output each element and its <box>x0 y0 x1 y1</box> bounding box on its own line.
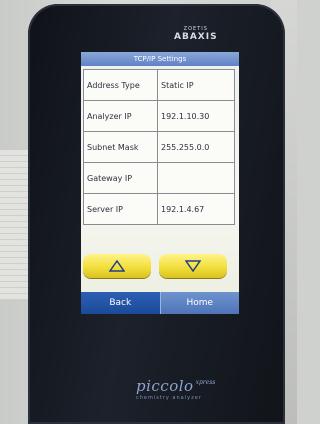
home-button[interactable]: Home <box>160 292 239 314</box>
scroll-down-button[interactable] <box>159 254 227 278</box>
piccolo-logo: piccolo xpress chemistry analyzer <box>136 376 215 401</box>
row-label: Gateway IP <box>83 162 158 194</box>
row-label: Analyzer IP <box>83 100 158 132</box>
row-value[interactable]: 192.1.10.30 <box>157 100 235 132</box>
row-label: Server IP <box>83 193 158 225</box>
photo-scene: ZOETIS ABAXIS piccolo xpress chemistry an… <box>0 0 297 424</box>
row-label: Subnet Mask <box>83 131 158 163</box>
table-row[interactable]: Address Type Static IP <box>83 69 235 101</box>
scroll-buttons <box>81 250 239 280</box>
brand-label: ZOETIS ABAXIS <box>174 26 218 42</box>
triangle-up-icon <box>109 260 125 272</box>
table-row[interactable]: Server IP 192.1.4.67 <box>83 193 235 225</box>
logo-suffix: xpress <box>195 379 216 386</box>
table-row[interactable]: Subnet Mask 255.255.0.0 <box>83 131 235 163</box>
table-row[interactable]: Analyzer IP 192.1.10.30 <box>83 100 235 132</box>
logo-name: piccolo <box>136 377 194 395</box>
bottom-nav: Back Home <box>81 292 239 314</box>
row-value[interactable]: 192.1.4.67 <box>157 193 235 225</box>
row-value[interactable] <box>157 162 235 194</box>
touch-screen: TCP/IP Settings Address Type Static IP A… <box>81 52 239 314</box>
row-value[interactable]: Static IP <box>157 69 235 101</box>
logo-subtitle: chemistry analyzer <box>136 395 202 401</box>
triangle-down-icon <box>185 260 201 272</box>
tcpip-settings-table: Address Type Static IP Analyzer IP 192.1… <box>83 69 235 225</box>
table-row[interactable]: Gateway IP <box>83 162 235 194</box>
screen-title: TCP/IP Settings <box>81 52 239 66</box>
brand-name: ABAXIS <box>174 32 218 42</box>
scroll-up-button[interactable] <box>83 254 151 278</box>
row-label: Address Type <box>83 69 158 101</box>
back-button[interactable]: Back <box>81 292 161 314</box>
row-value[interactable]: 255.255.0.0 <box>157 131 235 163</box>
